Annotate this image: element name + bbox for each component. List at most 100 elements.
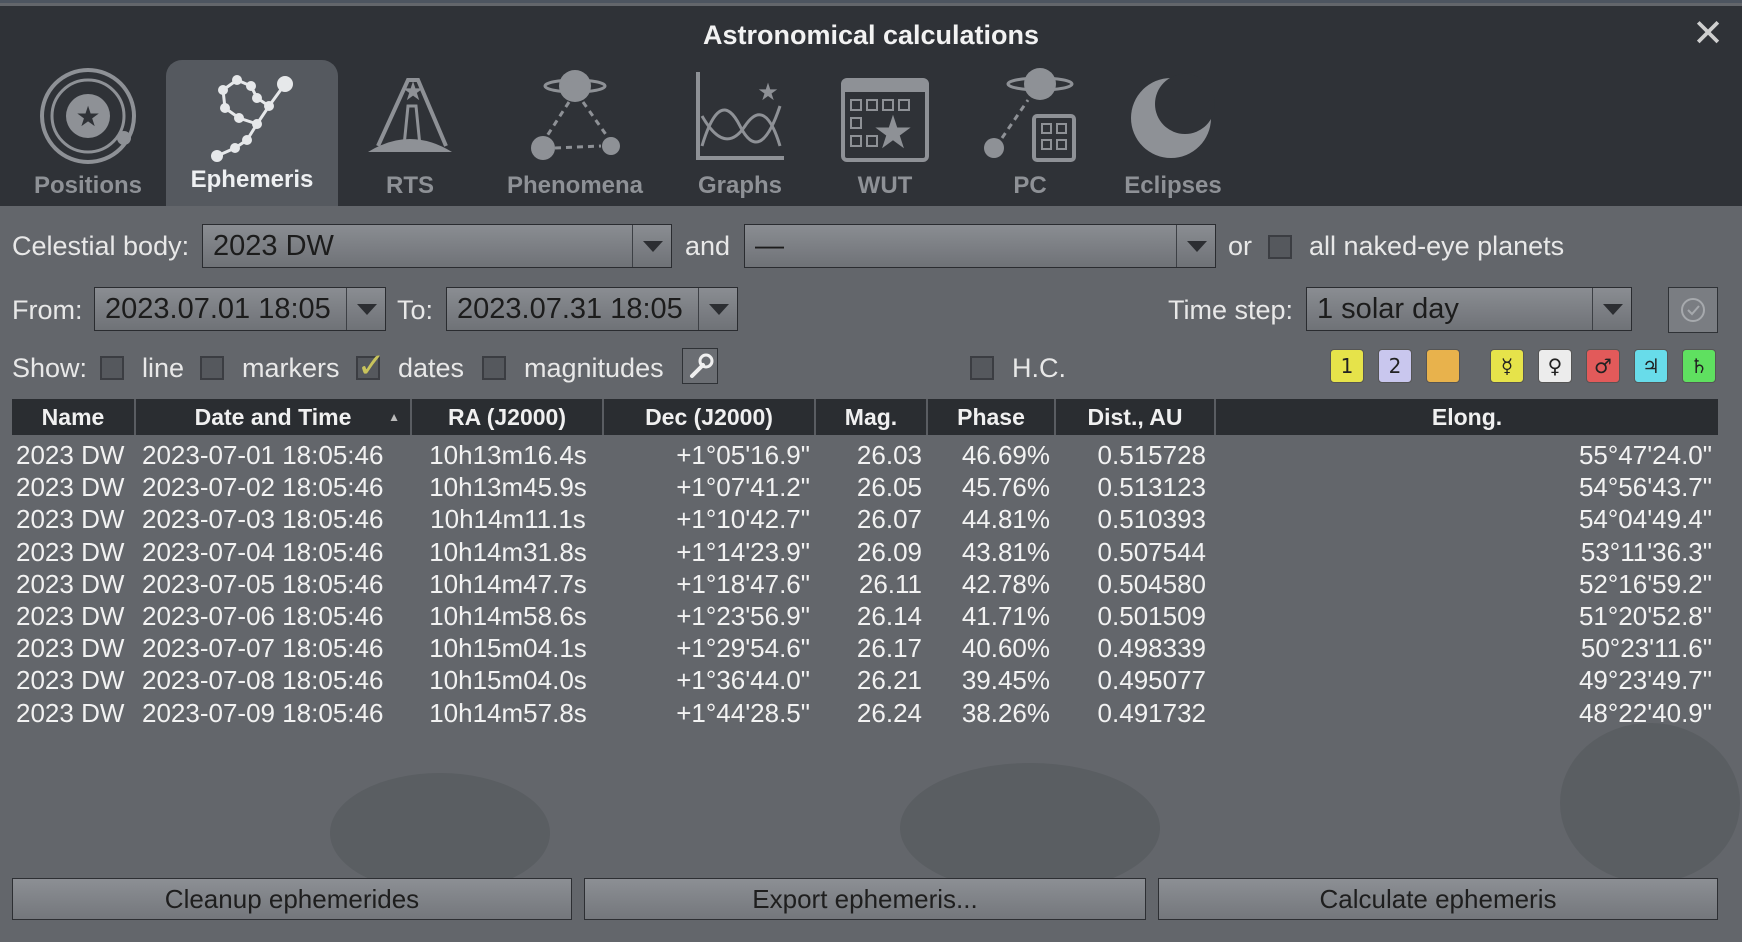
mars-button[interactable]: ♂: [1586, 349, 1620, 383]
cell-date-time: 2023-07-04 18:05:46: [142, 536, 384, 567]
color-3-button[interactable]: [1426, 349, 1460, 383]
close-icon[interactable]: ✕: [1690, 15, 1726, 53]
cell-date-time: 2023-07-06 18:05:46: [142, 601, 384, 631]
tab-label: Eclipses: [1124, 172, 1222, 199]
cell-date-time: 2023-07-09 18:05:46: [142, 697, 384, 728]
cell-date-time: 2023-07-02 18:05:46: [142, 472, 384, 503]
table-row[interactable]: 2023 DW 2023-07-04 18:05:46 10h14m31.8s +1°…: [12, 536, 1718, 568]
cell-elongation: 49°23'49.7": [1578, 665, 1712, 696]
cell-mag: 26.21: [856, 665, 922, 696]
from-datetime-field[interactable]: 2023.07.01 18:05: [94, 287, 386, 331]
column-header-mag[interactable]: Mag.: [816, 399, 928, 435]
dates-label: dates: [398, 353, 465, 383]
calculate-ephemeris-button[interactable]: Calculate ephemeris: [1158, 878, 1718, 920]
svg-text:★: ★: [401, 76, 424, 106]
line-checkbox[interactable]: [100, 356, 124, 380]
reset-time-button[interactable]: [1668, 287, 1718, 333]
markers-checkbox[interactable]: [200, 356, 224, 380]
cell-phase: 45.76%: [961, 472, 1050, 503]
column-header-ra[interactable]: RA (J2000): [412, 399, 604, 435]
celestial-body-select[interactable]: 2023 DW: [202, 224, 672, 268]
tab-ephemeris[interactable]: Ephemeris: [166, 60, 338, 206]
to-datetime-value: 2023.07.31 18:05: [457, 293, 683, 325]
cell-dec: +1°18'47.6": [676, 568, 810, 599]
table-row[interactable]: 2023 DW 2023-07-01 18:05:46 10h13m16.4s +1°…: [12, 439, 1718, 471]
tab-label: Ephemeris: [190, 166, 314, 193]
chevron-down-icon[interactable]: [698, 288, 737, 330]
line-label: line: [142, 353, 185, 383]
time-step-label: Time step:: [1168, 295, 1294, 325]
hc-checkbox[interactable]: [970, 356, 994, 380]
cell-name: 2023 DW: [16, 472, 125, 503]
cell-elongation: 53°11'36.3": [1580, 536, 1712, 567]
column-header-label: Date and Time: [194, 404, 352, 430]
venus-button[interactable]: ♀: [1538, 349, 1572, 383]
naked-eye-label: all naked-eye planets: [1309, 231, 1565, 261]
cell-date-time: 2023-07-08 18:05:46: [142, 665, 384, 696]
column-header-dec[interactable]: Dec (J2000): [604, 399, 816, 435]
cell-name: 2023 DW: [16, 440, 125, 470]
cell-ra: 10h14m47.7s: [429, 568, 587, 599]
table-row[interactable]: 2023 DW 2023-07-06 18:05:46 10h14m58.6s +1°…: [12, 600, 1718, 632]
tab-wut[interactable]: ★ WUT: [820, 60, 950, 206]
column-header-phase[interactable]: Phase: [928, 399, 1056, 435]
chevron-down-icon[interactable]: [1592, 288, 1631, 330]
cell-dec: +1°29'54.6": [676, 633, 810, 664]
tab-rts[interactable]: ★ RTS: [345, 60, 475, 206]
svg-text:★: ★: [757, 79, 779, 106]
cell-name: 2023 DW: [16, 536, 125, 567]
tab-pc[interactable]: PC: [970, 60, 1090, 206]
tab-graphs[interactable]: ★ Graphs: [680, 60, 800, 206]
cell-date-time: 2023-07-05 18:05:46: [142, 568, 384, 599]
jupiter-button[interactable]: ♃: [1634, 349, 1668, 383]
tab-positions[interactable]: ★ Positions: [10, 60, 166, 206]
tab-phenomena[interactable]: Phenomena: [490, 60, 660, 206]
pc-icon: [984, 68, 1076, 162]
celestial-body-label: Celestial body:: [12, 231, 190, 261]
second-body-select[interactable]: —: [744, 224, 1216, 268]
table-row[interactable]: 2023 DW 2023-07-03 18:05:46 10h14m11.1s +1°…: [12, 503, 1718, 535]
saturn-button[interactable]: ♄: [1682, 349, 1716, 383]
table-row[interactable]: 2023 DW 2023-07-07 18:05:46 10h15m04.1s +1°…: [12, 632, 1718, 664]
tab-label: PC: [1013, 172, 1047, 199]
cell-dec: +1°36'44.0": [676, 665, 810, 696]
table-row[interactable]: 2023 DW 2023-07-08 18:05:46 10h15m04.0s +1°…: [12, 664, 1718, 696]
mercury-button[interactable]: ☿: [1490, 349, 1524, 383]
cell-date-time: 2023-07-07 18:05:46: [142, 633, 384, 664]
column-header-elongation[interactable]: Elong.: [1216, 399, 1718, 435]
or-label: or: [1228, 231, 1253, 261]
column-header-date-time[interactable]: Date and Time ▲: [136, 399, 412, 435]
to-datetime-field[interactable]: 2023.07.31 18:05: [446, 287, 738, 331]
cell-elongation: 54°04'49.4": [1578, 504, 1712, 535]
tab-eclipses[interactable]: Eclipses: [1110, 60, 1236, 206]
chevron-down-icon[interactable]: [346, 288, 385, 330]
cell-phase: 44.81%: [961, 504, 1050, 535]
ephemeris-icon: [211, 75, 293, 162]
tab-label: Phenomena: [506, 172, 644, 199]
cell-dec: +1°05'16.9": [676, 440, 810, 470]
time-step-select[interactable]: 1 solar day: [1306, 287, 1632, 331]
cell-phase: 41.71%: [961, 601, 1050, 631]
table-row[interactable]: 2023 DW 2023-07-09 18:05:46 10h14m57.8s +1°…: [12, 697, 1718, 729]
chevron-down-icon[interactable]: [1176, 225, 1215, 267]
naked-eye-checkbox[interactable]: [1268, 235, 1292, 259]
color-2-button[interactable]: 2: [1378, 349, 1412, 383]
cell-phase: 40.60%: [961, 633, 1050, 664]
chevron-down-icon[interactable]: [632, 225, 671, 267]
table-row[interactable]: 2023 DW 2023-07-02 18:05:46 10h13m45.9s +1°…: [12, 471, 1718, 503]
table-header: Name Date and Time ▲ RA (J2000) Dec (J20…: [12, 399, 1718, 435]
cleanup-ephemerides-button[interactable]: Cleanup ephemerides: [12, 878, 572, 920]
table-row[interactable]: 2023 DW 2023-07-05 18:05:46 10h14m47.7s +1°…: [12, 568, 1718, 600]
color-1-button[interactable]: 1: [1330, 349, 1364, 383]
settings-button[interactable]: [682, 348, 718, 384]
graphs-icon: ★: [696, 72, 784, 160]
cell-distance: 0.498339: [1097, 633, 1206, 664]
export-ephemeris-button[interactable]: Export ephemeris...: [584, 878, 1146, 920]
svg-text:★: ★: [75, 101, 100, 132]
column-header-name[interactable]: Name: [12, 399, 136, 435]
cell-elongation: 51°20'52.8": [1578, 601, 1712, 631]
column-header-distance[interactable]: Dist., AU: [1056, 399, 1216, 435]
cell-ra: 10h14m11.1s: [430, 504, 586, 535]
dates-checkbox[interactable]: [356, 346, 386, 386]
magnitudes-checkbox[interactable]: [482, 356, 506, 380]
